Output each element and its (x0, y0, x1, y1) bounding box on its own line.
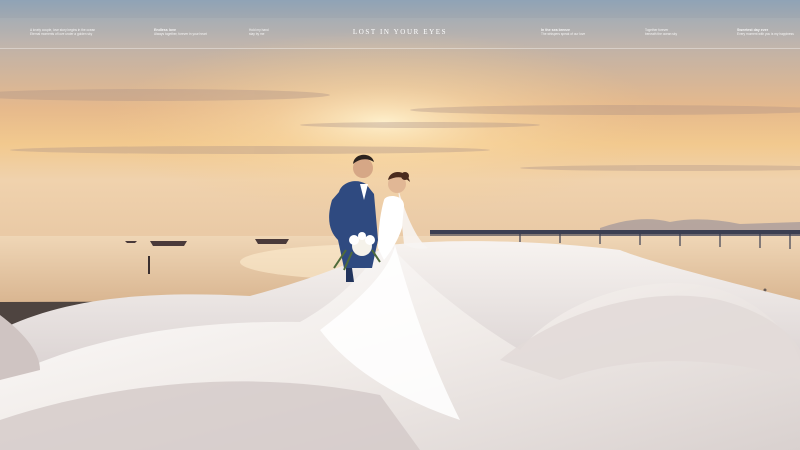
banner-title: LOST IN YOUR EYES (352, 28, 448, 36)
pier (430, 230, 800, 236)
banner-note-2: Endless love Always together, forever in … (154, 28, 207, 36)
banner-note-3: Hold my hand stay by me (249, 28, 269, 36)
banner-note-6: Sweetest day ever Every moment with you i… (737, 28, 794, 36)
mooring-post (148, 256, 150, 274)
banner-note-1: A lovely couple, love story begins in th… (30, 28, 96, 36)
banner-note-4: In the sea breeze The whispers speak of o… (541, 28, 586, 36)
wedding-photo (0, 0, 800, 450)
banner-note-5: Together forever beneath the ocean sky (645, 28, 678, 36)
